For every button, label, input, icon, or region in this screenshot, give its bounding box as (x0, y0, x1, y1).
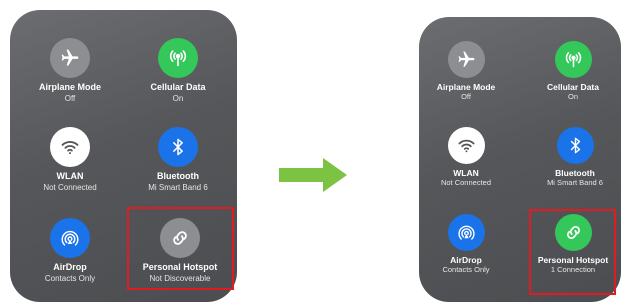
cellular-data-status: On (567, 92, 578, 102)
wlan-status: Not Connected (440, 178, 492, 188)
airdrop-label: AirDrop (450, 255, 482, 265)
cellular-data-label: Cellular Data (547, 82, 599, 92)
wlan-label: WLAN (56, 171, 84, 181)
airdrop-icon (50, 218, 90, 258)
bluetooth-status: Mi Smart Band 6 (148, 182, 208, 192)
airdrop-label: AirDrop (53, 262, 87, 272)
wlan-status: Not Connected (43, 182, 97, 192)
airdrop-status: Contacts Only (44, 273, 96, 283)
bluetooth-icon (158, 127, 198, 167)
bluetooth-label: Bluetooth (555, 168, 595, 178)
airdrop-toggle[interactable]: AirDrop Contacts Only (26, 218, 114, 283)
arrow-right-icon (279, 158, 347, 192)
airdrop-status: Contacts Only (442, 265, 490, 275)
bluetooth-toggle[interactable]: Bluetooth Mi Smart Band 6 (134, 127, 222, 192)
airplane-icon (447, 41, 485, 78)
bluetooth-status: Mi Smart Band 6 (547, 178, 603, 188)
airplane-mode-label: Airplane Mode (436, 82, 496, 92)
airplane-mode-label: Airplane Mode (38, 82, 101, 92)
antenna-icon (554, 41, 592, 78)
hotspot-highlight-box (529, 209, 616, 295)
bluetooth-toggle[interactable]: Bluetooth Mi Smart Band 6 (532, 127, 618, 188)
bluetooth-icon (556, 127, 594, 164)
airplane-mode-status: Off (64, 93, 76, 103)
airdrop-icon (447, 214, 485, 251)
antenna-icon (158, 38, 198, 78)
airdrop-toggle[interactable]: AirDrop Contacts Only (425, 214, 507, 275)
cellular-data-status: On (172, 93, 184, 103)
cellular-data-toggle[interactable]: Cellular Data On (532, 41, 614, 102)
bluetooth-label: Bluetooth (157, 171, 199, 181)
wifi-icon (447, 127, 485, 164)
wlan-label: WLAN (453, 168, 479, 178)
wlan-toggle[interactable]: WLAN Not Connected (26, 127, 114, 192)
airplane-mode-toggle[interactable]: Airplane Mode Off (425, 41, 507, 102)
cellular-data-label: Cellular Data (150, 82, 206, 92)
airplane-icon (50, 38, 90, 78)
hotspot-highlight-box (127, 207, 234, 290)
cellular-data-toggle[interactable]: Cellular Data On (134, 38, 222, 103)
airplane-mode-status: Off (461, 92, 471, 102)
wifi-icon (50, 127, 90, 167)
airplane-mode-toggle[interactable]: Airplane Mode Off (26, 38, 114, 103)
wlan-toggle[interactable]: WLAN Not Connected (425, 127, 507, 188)
